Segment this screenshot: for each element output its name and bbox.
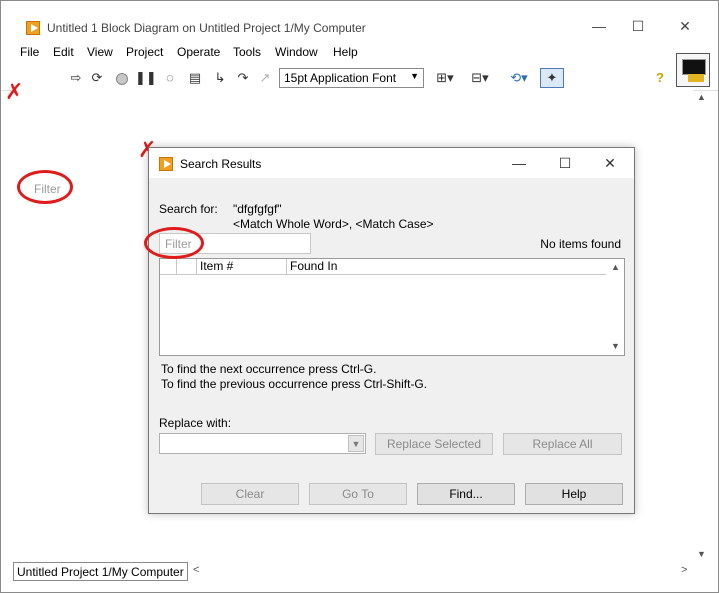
window-title: Untitled 1 Block Diagram on Untitled Pro… (47, 21, 366, 35)
scroll-down-icon[interactable]: ▼ (697, 549, 706, 559)
annotation-x-mark: ✗ (5, 79, 24, 104)
font-selector[interactable]: 15pt Application Font ▼ (279, 68, 424, 88)
header-cell-blank (160, 259, 177, 275)
close-icon[interactable]: ✕ (677, 18, 693, 34)
status-text: No items found (540, 237, 621, 251)
hint-previous-occurrence: To find the previous occurrence press Ct… (161, 377, 428, 391)
run-arrow-icon[interactable]: ⇨ (67, 69, 85, 87)
highlight-execution-icon[interactable]: ◌ (161, 69, 179, 87)
search-options: <Match Whole Word>, <Match Case> (233, 217, 434, 231)
reorder-icon[interactable]: ⟲▾ (506, 69, 532, 87)
menu-view[interactable]: View (87, 45, 113, 59)
minimize-icon[interactable]: — (591, 18, 607, 34)
annotation-circle (17, 170, 73, 204)
minimize-icon[interactable]: — (511, 155, 527, 171)
table-header: Item # Found In (160, 259, 606, 275)
table-scrollbar[interactable]: ▲ ▼ (607, 259, 624, 355)
project-context-label[interactable]: Untitled Project 1/My Computer (13, 562, 188, 581)
scroll-left-icon[interactable]: < (193, 564, 199, 576)
step-into-icon[interactable]: ↳ (211, 69, 229, 87)
replace-with-value (160, 439, 168, 445)
font-selector-label: 15pt Application Font (284, 71, 397, 85)
hint-next-occurrence: To find the next occurrence press Ctrl-G… (161, 362, 377, 376)
clean-up-diagram-icon[interactable]: ✦ (540, 68, 564, 88)
labview-app-icon (159, 157, 173, 171)
column-header-found-in[interactable]: Found In (287, 259, 606, 275)
menu-help[interactable]: Help (333, 45, 358, 59)
results-table[interactable]: Item # Found In ▲ ▼ (159, 258, 625, 356)
help-button[interactable]: Help (525, 483, 623, 505)
run-continuously-icon[interactable]: ⟳ (88, 69, 106, 87)
context-help-icon[interactable]: ? (651, 69, 669, 87)
maximize-icon[interactable]: ☐ (557, 155, 573, 171)
scroll-up-icon[interactable]: ▲ (697, 92, 706, 102)
scroll-right-icon[interactable]: > (681, 564, 687, 576)
column-header-item[interactable]: Item # (197, 259, 287, 275)
dialog-title-bar: Search Results — ☐ ✕ (149, 148, 634, 178)
annotation-circle (144, 227, 204, 259)
close-icon[interactable]: ✕ (602, 155, 618, 171)
labview-app-icon (26, 21, 40, 35)
abort-icon[interactable] (113, 69, 131, 87)
distribute-objects-icon[interactable]: ⊟▾ (467, 69, 493, 87)
find-button[interactable]: Find... (417, 483, 515, 505)
status-bar: Untitled Project 1/My Computer < > (13, 562, 708, 581)
replace-selected-button[interactable]: Replace Selected (375, 433, 493, 455)
align-objects-icon[interactable]: ⊞▾ (433, 69, 457, 87)
menu-bar: File Edit View Project Operate Tools Win… (1, 43, 718, 63)
search-results-dialog: Search Results — ☐ ✕ Search for: "dfgfgf… (148, 147, 635, 514)
vertical-scrollbar[interactable]: ▲ ▼ (693, 90, 710, 564)
go-to-button[interactable]: Go To (309, 483, 407, 505)
header-cell-blank (177, 259, 197, 275)
chevron-down-icon[interactable]: ▼ (348, 435, 364, 452)
title-bar: Untitled 1 Block Diagram on Untitled Pro… (1, 1, 718, 39)
menu-operate[interactable]: Operate (177, 45, 220, 59)
chevron-down-icon: ▼ (410, 71, 419, 81)
menu-window[interactable]: Window (275, 45, 318, 59)
menu-project[interactable]: Project (126, 45, 163, 59)
menu-tools[interactable]: Tools (233, 45, 261, 59)
toolbar: ⇨ ⟳ ❚❚ ◌ ▤ ↳ ↷ ↗ 15pt Application Font ▼… (1, 65, 718, 91)
replace-with-label: Replace with: (159, 416, 232, 430)
scroll-up-icon[interactable]: ▲ (611, 262, 620, 272)
dialog-title: Search Results (180, 157, 262, 171)
replace-with-combobox[interactable]: ▼ (159, 433, 366, 454)
step-out-icon[interactable]: ↗ (256, 69, 274, 87)
maximize-icon[interactable]: ☐ (630, 18, 646, 34)
search-term: "dfgfgfgf" (233, 202, 282, 216)
search-for-label: Search for: (159, 202, 218, 216)
replace-all-button[interactable]: Replace All (503, 433, 622, 455)
retain-wire-values-icon[interactable]: ▤ (186, 69, 204, 87)
clear-button[interactable]: Clear (201, 483, 299, 505)
step-over-icon[interactable]: ↷ (234, 69, 252, 87)
scroll-down-icon[interactable]: ▼ (611, 341, 620, 351)
menu-file[interactable]: File (20, 45, 39, 59)
menu-edit[interactable]: Edit (53, 45, 74, 59)
pause-icon[interactable]: ❚❚ (135, 69, 157, 87)
